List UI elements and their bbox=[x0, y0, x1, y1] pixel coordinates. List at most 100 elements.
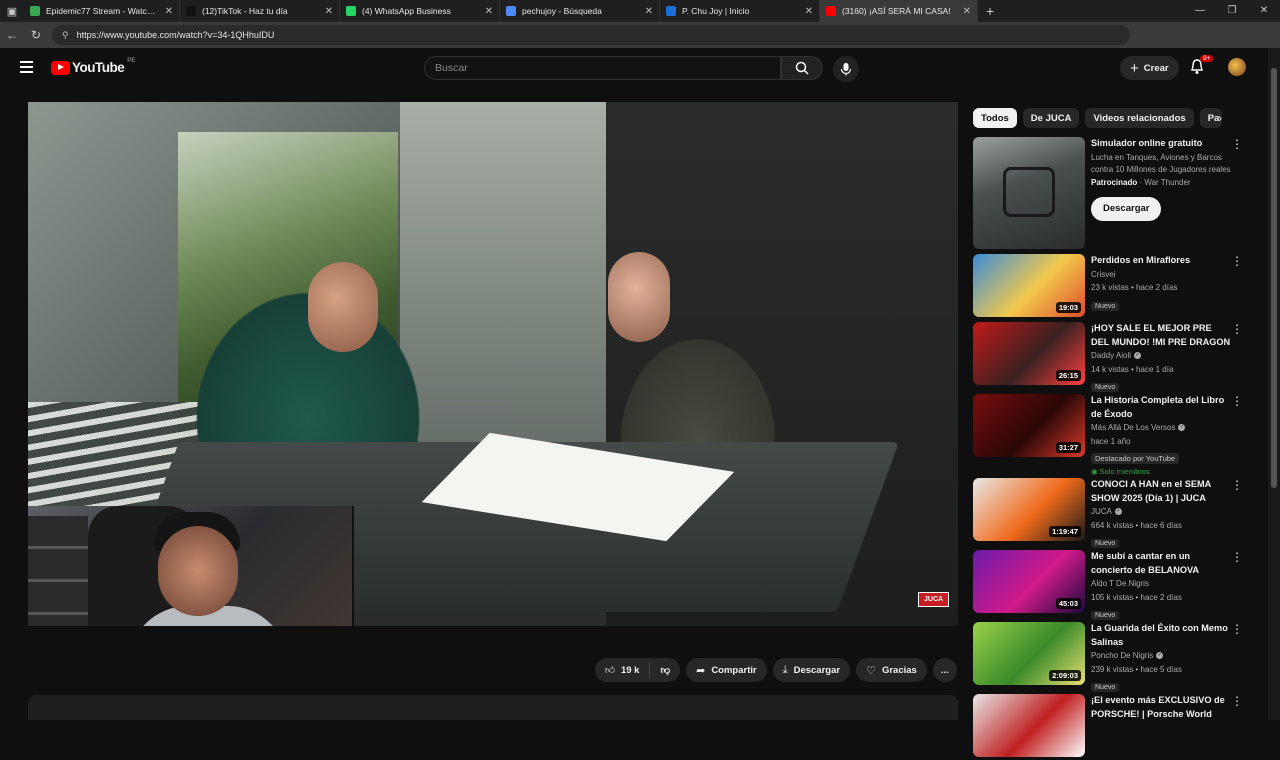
channel-name[interactable]: Aldo T De Nigris bbox=[1091, 579, 1149, 588]
close-window-icon[interactable]: ✕ bbox=[1248, 0, 1280, 22]
video-thumbnail[interactable] bbox=[973, 694, 1085, 757]
channel-name[interactable]: Daddy Aioli bbox=[1091, 351, 1131, 360]
download-icon: ⤓ bbox=[782, 663, 788, 676]
video-thumbnail[interactable]: 19:03 bbox=[973, 254, 1085, 317]
tab-favicon-icon bbox=[506, 6, 516, 16]
video-title[interactable]: ¡El evento más EXCLUSIVO de PORSCHE! | P… bbox=[1091, 694, 1231, 721]
video-title[interactable]: La Guarida del Éxito con Memo Salinas bbox=[1091, 622, 1231, 649]
video-info: La Guarida del Éxito con Memo Salinas Pon… bbox=[1091, 622, 1231, 694]
thanks-button[interactable]: ♡ Gracias bbox=[856, 658, 927, 682]
browser-tab[interactable]: (3160) ¡ASÍ SERÁ MI CASA! ✕ bbox=[820, 0, 978, 22]
video-title[interactable]: Perdidos en Miraflores bbox=[1091, 254, 1231, 268]
video-thumbnail[interactable]: 45:03 bbox=[973, 550, 1085, 613]
thumbs-up-icon: 👍︎ bbox=[605, 665, 615, 676]
more-actions-button[interactable]: ... bbox=[932, 658, 957, 682]
back-icon[interactable]: ← bbox=[0, 28, 24, 42]
video-menu-icon[interactable]: ⋮ bbox=[1231, 551, 1243, 563]
video-menu-icon[interactable]: ⋮ bbox=[1231, 479, 1243, 491]
window-menu-icon[interactable]: ▣ bbox=[0, 0, 24, 22]
ad-thumbnail[interactable] bbox=[973, 137, 1085, 249]
related-filter-chips: Todos De JUCA Videos relacionados Pa bbox=[973, 108, 1222, 128]
related-video-card[interactable]: 31:27 La Historia Completa del Libro de É… bbox=[973, 394, 1258, 476]
webcam-person-face bbox=[158, 526, 238, 616]
channel-name[interactable]: JUCA bbox=[1091, 507, 1112, 516]
dislike-button[interactable]: 👎︎ bbox=[650, 664, 680, 676]
page-scrollbar[interactable] bbox=[1268, 48, 1280, 720]
video-duration: 2:09:03 bbox=[1049, 670, 1081, 681]
video-menu-icon[interactable]: ⋮ bbox=[1231, 255, 1243, 267]
video-stats: 14 k vistas • hace 1 día bbox=[1091, 364, 1174, 374]
channel-name[interactable]: Poncho De Nigris bbox=[1091, 651, 1153, 660]
browser-tab[interactable]: (12)TikTok - Haz tu día ✕ bbox=[180, 0, 340, 22]
url-field[interactable]: ⚲ https://www.youtube.com/watch?v=34-1QH… bbox=[52, 25, 1130, 45]
chips-next-icon[interactable]: › bbox=[1218, 111, 1222, 125]
video-title[interactable]: Me subí a cantar en un concierto de BELA… bbox=[1091, 550, 1231, 577]
browser-tab[interactable]: (4) WhatsApp Business ✕ bbox=[340, 0, 500, 22]
channel-name[interactable]: Crisvei bbox=[1091, 270, 1115, 279]
ad-menu-icon[interactable]: ⋮ bbox=[1231, 138, 1243, 150]
address-bar: ← ↻ ⚲ https://www.youtube.com/watch?v=34… bbox=[0, 22, 1280, 63]
streamer-webcam-overlay bbox=[28, 506, 354, 626]
advertiser-name[interactable]: War Thunder bbox=[1144, 178, 1190, 187]
share-button[interactable]: ➦ Compartir bbox=[686, 658, 767, 682]
related-video-card[interactable]: 19:03 Perdidos en Miraflores Crisvei 23 k v… bbox=[973, 254, 1258, 320]
browser-tab[interactable]: pechujoy - Búsqueda ✕ bbox=[500, 0, 660, 22]
browser-tab[interactable]: P. Chu Joy | Inicio ✕ bbox=[660, 0, 820, 22]
menu-icon[interactable] bbox=[20, 61, 33, 73]
video-title[interactable]: CONOCI A HAN en el SEMA SHOW 2025 (Día 1… bbox=[1091, 478, 1231, 505]
video-title[interactable]: La Historia Completa del Libro de Éxodo bbox=[1091, 394, 1231, 421]
video-info: ¡El evento más EXCLUSIVO de PORSCHE! | P… bbox=[1091, 694, 1231, 721]
tab-close-icon[interactable]: ✕ bbox=[165, 6, 173, 17]
verified-check-icon: ✓ bbox=[1156, 652, 1164, 660]
related-video-card[interactable]: ¡El evento más EXCLUSIVO de PORSCHE! | P… bbox=[973, 694, 1258, 760]
ad-title[interactable]: Simulador online gratuito bbox=[1091, 137, 1231, 151]
channel-name[interactable]: Más Allá De Los Versos bbox=[1091, 423, 1175, 432]
video-player[interactable]: JUCA bbox=[28, 102, 958, 626]
url-text: https://www.youtube.com/watch?v=34-1QHhu… bbox=[76, 30, 275, 40]
tab-close-icon[interactable]: ✕ bbox=[805, 6, 813, 17]
video-menu-icon[interactable]: ⋮ bbox=[1231, 695, 1243, 707]
restore-icon[interactable]: ❐ bbox=[1216, 0, 1248, 22]
tab-close-icon[interactable]: ✕ bbox=[325, 6, 333, 17]
minimize-icon[interactable]: — bbox=[1184, 0, 1216, 22]
video-tag: Destacado por YouTube bbox=[1091, 453, 1180, 464]
related-video-card[interactable]: 2:09:03 La Guarida del Éxito con Memo Sal… bbox=[973, 622, 1258, 692]
filter-chip[interactable]: Todos bbox=[973, 108, 1017, 128]
browser-tab[interactable]: Epidemic77 Stream - Watch Live ✕ bbox=[24, 0, 180, 22]
tab-favicon-icon bbox=[346, 6, 356, 16]
video-thumbnail[interactable]: 1:19:47 bbox=[973, 478, 1085, 541]
like-count: 19 k bbox=[620, 664, 640, 676]
related-video-card[interactable]: 1:19:47 CONOCI A HAN en el SEMA SHOW 2025… bbox=[973, 478, 1258, 548]
create-button[interactable]: + Crear bbox=[1120, 56, 1179, 80]
video-menu-icon[interactable]: ⋮ bbox=[1231, 395, 1243, 407]
related-video-card[interactable]: 45:03 Me subí a cantar en un concierto de… bbox=[973, 550, 1258, 620]
video-thumbnail[interactable]: 2:09:03 bbox=[973, 622, 1085, 685]
sponsored-card[interactable]: Simulador online gratuito Lucha en Tanqu… bbox=[973, 137, 1258, 249]
tab-close-icon[interactable]: ✕ bbox=[963, 6, 971, 17]
download-button[interactable]: ⤓ Descargar bbox=[772, 658, 851, 682]
video-thumbnail[interactable]: 31:27 bbox=[973, 394, 1085, 457]
description-box[interactable] bbox=[28, 695, 958, 720]
video-menu-icon[interactable]: ⋮ bbox=[1231, 623, 1243, 635]
reload-icon[interactable]: ↻ bbox=[24, 28, 48, 42]
video-thumbnail[interactable]: 26:15 bbox=[973, 322, 1085, 385]
site-info-icon[interactable]: ⚲ bbox=[62, 30, 69, 41]
tab-title: (3160) ¡ASÍ SERÁ MI CASA! bbox=[842, 6, 951, 16]
tab-close-icon[interactable]: ✕ bbox=[645, 6, 653, 17]
youtube-logo[interactable]: YouTube PE bbox=[51, 58, 135, 75]
voice-search-button[interactable] bbox=[833, 56, 859, 82]
like-button[interactable]: 👍︎ 19 k bbox=[595, 662, 651, 678]
search-button[interactable] bbox=[781, 56, 823, 80]
filter-chip[interactable]: De JUCA bbox=[1022, 108, 1080, 128]
scrollbar-thumb[interactable] bbox=[1271, 68, 1277, 488]
video-title[interactable]: ¡HOY SALE EL MEJOR PRE DEL MUNDO! !MI PR… bbox=[1091, 322, 1231, 349]
new-tab-button[interactable]: + bbox=[978, 3, 1002, 19]
related-video-card[interactable]: 26:15 ¡HOY SALE EL MEJOR PRE DEL MUNDO! !… bbox=[973, 322, 1258, 392]
account-avatar[interactable] bbox=[1228, 58, 1246, 76]
filter-chip[interactable]: Videos relacionados bbox=[1085, 108, 1194, 128]
verified-check-icon: ✓ bbox=[1178, 424, 1186, 432]
ad-download-button[interactable]: Descargar bbox=[1091, 197, 1162, 221]
tab-close-icon[interactable]: ✕ bbox=[485, 6, 493, 17]
video-menu-icon[interactable]: ⋮ bbox=[1231, 323, 1243, 335]
search-input[interactable]: Buscar bbox=[424, 56, 781, 80]
